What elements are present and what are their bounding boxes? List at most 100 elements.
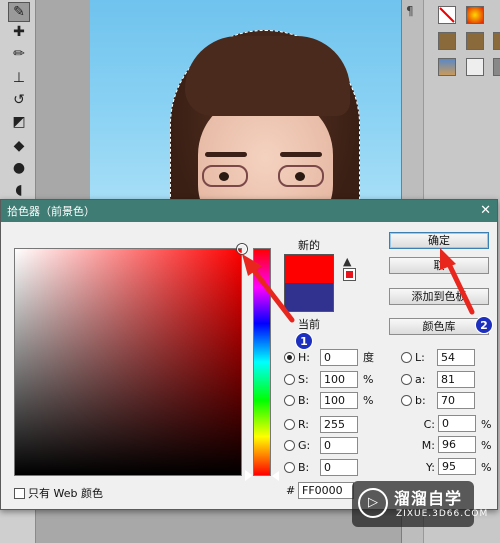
current-color-label: 当前: [298, 318, 320, 331]
add-to-swatches-button[interactable]: 添加到色板: [389, 288, 489, 305]
magenta-input[interactable]: 96: [438, 436, 476, 453]
magenta-label: M:: [421, 439, 435, 452]
brightness-input[interactable]: 100: [320, 391, 358, 409]
cyan-label: C:: [423, 418, 435, 431]
lab-b-label: b:: [415, 393, 426, 407]
new-color-swatch: [284, 254, 334, 283]
style-swatch-bronze-2-icon[interactable]: [466, 32, 484, 50]
paragraph-icon[interactable]: ¶: [406, 4, 414, 18]
hex-label: #: [286, 484, 296, 497]
step-1-badge: 1: [295, 332, 313, 350]
style-swatch-red-icon[interactable]: [466, 6, 484, 24]
hue-input[interactable]: 0: [320, 348, 358, 366]
magenta-unit: %: [481, 439, 492, 452]
play-logo-icon: ▷: [358, 488, 388, 518]
brightness-radio[interactable]: [284, 394, 295, 406]
style-swatch-gray-icon[interactable]: [493, 58, 500, 76]
out-of-gamut-warning-icon[interactable]: ▲: [343, 255, 351, 268]
lab-b-row: b: 70: [401, 391, 475, 409]
dialog-title: 拾色器（前景色）: [7, 205, 95, 218]
lab-b-radio[interactable]: [401, 394, 412, 406]
red-input[interactable]: 255: [320, 415, 358, 433]
web-colors-only-label: 只有 Web 颜色: [28, 487, 103, 500]
saturation-label: S:: [298, 372, 309, 386]
saturation-row: S: 100 %: [284, 370, 373, 388]
brush-icon[interactable]: ✏: [8, 44, 30, 64]
paint-bucket-icon[interactable]: ◆: [8, 136, 30, 156]
brightness-label: B:: [298, 393, 310, 407]
hue-label: H:: [298, 350, 310, 364]
new-color-label: 新的: [298, 239, 320, 252]
green-input[interactable]: 0: [320, 436, 358, 454]
hex-input[interactable]: FF0000: [298, 482, 354, 499]
cyan-input[interactable]: 0: [438, 415, 476, 432]
style-swatch-bronze-3-icon[interactable]: [493, 32, 500, 50]
dialog-titlebar: 拾色器（前景色） ✕: [1, 200, 497, 222]
step-2-badge: 2: [475, 316, 493, 334]
yellow-input[interactable]: 95: [438, 458, 476, 475]
hue-row: H: 0 度: [284, 348, 374, 366]
red-radio[interactable]: [284, 418, 295, 430]
saturation-brightness-field[interactable]: [14, 244, 247, 476]
color-picker-dialog: 拾色器（前景色） ✕ 新的 当前 ▲ 确定 取 添加到色板 颜色库 H: 0 度…: [0, 199, 498, 510]
green-row: G: 0: [284, 436, 358, 454]
no-style-swatch-icon[interactable]: [438, 6, 456, 24]
no-style-slash-icon: [439, 7, 455, 23]
lab-l-input[interactable]: 54: [437, 348, 475, 366]
lab-a-row: a: 81: [401, 370, 475, 388]
brightness-row: B: 100 %: [284, 391, 373, 409]
eyedropper-icon[interactable]: ✎: [8, 2, 30, 22]
saturation-radio[interactable]: [284, 373, 295, 385]
lab-l-radio[interactable]: [401, 351, 412, 363]
stamp-icon[interactable]: ⊥: [8, 68, 30, 88]
right-eyebrow: [280, 152, 322, 157]
healing-brush-icon[interactable]: ✚: [8, 22, 30, 42]
hue-slider-right-handle-icon[interactable]: [272, 471, 279, 481]
portrait-photo: [90, 0, 415, 200]
hue-unit: 度: [363, 351, 374, 364]
cyan-unit: %: [481, 418, 492, 431]
blue-input[interactable]: 0: [320, 458, 358, 476]
blue-radio[interactable]: [284, 461, 295, 473]
web-colors-only-option[interactable]: 只有 Web 颜色: [14, 485, 103, 501]
green-radio[interactable]: [284, 439, 295, 451]
web-safe-color-swatch-icon[interactable]: [343, 268, 356, 281]
dialog-body: 新的 当前 ▲ 确定 取 添加到色板 颜色库 H: 0 度 S: 100 % B…: [1, 222, 497, 511]
lab-b-input[interactable]: 70: [437, 391, 475, 409]
right-eye-glasses: [278, 165, 324, 187]
dodge-icon[interactable]: ◖: [8, 180, 30, 200]
brightness-unit: %: [363, 393, 374, 407]
color-libraries-button[interactable]: 颜色库: [389, 318, 489, 335]
watermark-url: ZIXUE.3D66.COM: [396, 509, 489, 519]
history-brush-icon[interactable]: ↺: [8, 90, 30, 110]
blur-icon[interactable]: ●: [8, 158, 30, 178]
saturation-input[interactable]: 100: [320, 370, 358, 388]
hue-radio[interactable]: [284, 351, 295, 363]
lab-a-label: a:: [415, 372, 426, 386]
hue-slider[interactable]: [253, 248, 271, 476]
blue-row: B: 0: [284, 458, 358, 476]
watermark-brand: 溜溜自学: [394, 489, 463, 508]
lab-a-input[interactable]: 81: [437, 370, 475, 388]
red-label: R:: [298, 417, 310, 431]
close-icon[interactable]: ✕: [480, 203, 491, 218]
lab-l-label: L:: [415, 350, 425, 364]
cancel-button[interactable]: 取: [389, 257, 489, 274]
style-swatch-pattern-icon[interactable]: [466, 58, 484, 76]
color-field-cursor[interactable]: [237, 244, 247, 254]
eraser-icon[interactable]: ◩: [8, 112, 30, 132]
blue-label: B:: [298, 460, 310, 474]
current-color-swatch[interactable]: [284, 283, 334, 312]
green-label: G:: [298, 438, 311, 452]
watermark: ▷ 溜溜自学 ZIXUE.3D66.COM: [352, 481, 487, 527]
style-swatch-bronze-icon[interactable]: [438, 32, 456, 50]
web-colors-only-checkbox[interactable]: [14, 487, 25, 499]
red-row: R: 255: [284, 415, 358, 433]
yellow-label: Y:: [426, 461, 435, 474]
hue-slider-left-handle-icon[interactable]: [245, 471, 252, 481]
style-swatch-landscape-icon[interactable]: [438, 58, 456, 76]
ok-button[interactable]: 确定: [389, 232, 489, 249]
saturation-unit: %: [363, 372, 374, 386]
lab-a-radio[interactable]: [401, 373, 412, 385]
hair-bangs: [185, 36, 350, 116]
